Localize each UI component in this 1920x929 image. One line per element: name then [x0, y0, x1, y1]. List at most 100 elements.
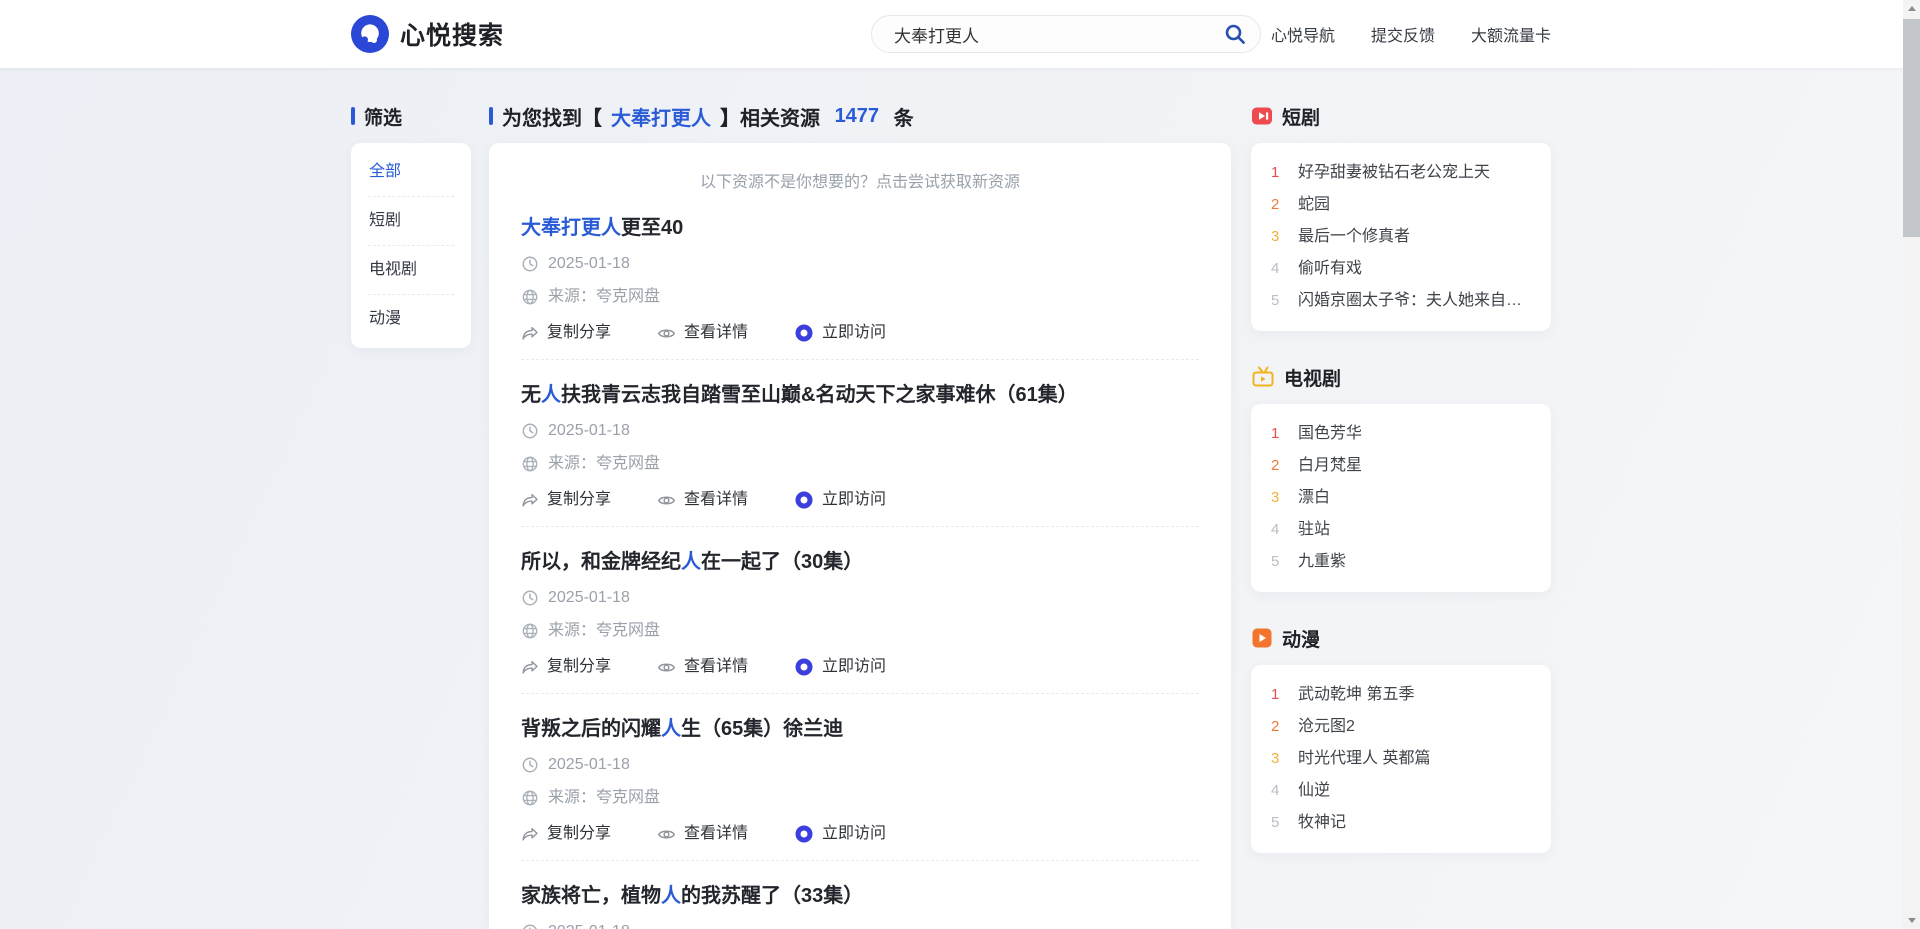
ranking-item[interactable]: 4 偷听有戏 — [1271, 253, 1531, 285]
result-title[interactable]: 所以，和金牌经纪人在一起了（30集） — [521, 549, 1199, 575]
view-detail-button-label: 查看详情 — [684, 490, 748, 510]
eye-icon — [657, 658, 676, 677]
result-title-segment: 生（65集）徐兰迪 — [681, 718, 843, 740]
ranking-item[interactable]: 1国色芳华 — [1271, 418, 1531, 450]
result-date: 2025-01-18 — [521, 588, 1199, 608]
filter-item[interactable]: 动漫 — [368, 295, 454, 343]
view-detail-button[interactable]: 查看详情 — [657, 323, 748, 343]
result-title[interactable]: 家族将亡，植物人的我苏醒了（33集） — [521, 883, 1199, 909]
search-input[interactable] — [871, 15, 1261, 53]
copy-share-button-label: 复制分享 — [547, 323, 611, 343]
ranking-item[interactable]: 2白月梵星 — [1271, 450, 1531, 482]
result-actions: 复制分享 查看详情 立即访问 — [521, 323, 1199, 343]
results-title-segment: 为您找到【 — [502, 102, 602, 131]
ranking-item[interactable]: 5九重紫 — [1271, 546, 1531, 578]
page-content: 筛选 全部短剧电视剧动漫 为您找到【大奉打更人】相关资源 1477 条 以下资源… — [351, 68, 1551, 929]
ranking-rank: 4 — [1271, 259, 1285, 279]
result-title-segment: 大奉打更人 — [521, 217, 621, 239]
ranking-item[interactable]: 3漂白 — [1271, 482, 1531, 514]
view-detail-button[interactable]: 查看详情 — [657, 657, 748, 677]
share-icon — [521, 825, 539, 843]
result-item: 大奉打更人更至40 2025-01-18 来源：夸克网盘复制分享 查看详情 立即访问 — [521, 193, 1199, 360]
clock-icon — [521, 589, 539, 607]
copy-share-button[interactable]: 复制分享 — [521, 824, 611, 844]
ranking-item[interactable]: 3时光代理人 英都篇 — [1271, 743, 1531, 775]
view-detail-button[interactable]: 查看详情 — [657, 490, 748, 510]
filter-item[interactable]: 短剧 — [368, 197, 454, 246]
results-title-segment: 条 — [888, 102, 914, 131]
result-date-text: 2025-01-18 — [548, 588, 630, 608]
scrollbar-thumb[interactable] — [1903, 19, 1920, 237]
ranking-rank: 5 — [1271, 813, 1285, 833]
brand-logo[interactable]: 心悦搜索 — [351, 15, 504, 53]
search-icon — [1223, 22, 1247, 46]
result-source: 来源：夸克网盘 — [521, 788, 1199, 808]
result-source: 来源：夸克网盘 — [521, 287, 1199, 307]
ranking-item[interactable]: 4 驻站 — [1271, 514, 1531, 546]
nav-link[interactable]: 大额流量卡 — [1471, 22, 1551, 46]
result-actions: 复制分享 查看详情 立即访问 — [521, 824, 1199, 844]
visit-now-button-label: 立即访问 — [822, 490, 886, 510]
ranking-item-label: 好孕甜妻被钻石老公宠上天 — [1298, 163, 1490, 183]
rankings-column: 短剧 1好孕甜妻被钻石老公宠上天2蛇园3最后一个修真者 4 偷听有戏 5闪婚京圈太子爷：… — [1251, 68, 1551, 853]
top-bar: 心悦搜索 心悦导航 提交反馈 大额流量卡 — [0, 0, 1903, 68]
visit-now-button[interactable]: 立即访问 — [794, 657, 886, 677]
ranking-rank: 4 — [1271, 520, 1285, 540]
ranking-item[interactable]: 4仙逆 — [1271, 775, 1531, 807]
quark-ring-icon — [794, 657, 814, 677]
filter-item[interactable]: 电视剧 — [368, 246, 454, 295]
result-title[interactable]: 背叛之后的闪耀人生（65集）徐兰迪 — [521, 716, 1199, 742]
quark-ring-icon — [794, 323, 814, 343]
results-title-segment: 1477 — [835, 105, 880, 128]
results-column: 为您找到【大奉打更人 】相关资源 1477 条 以下资源不是你想要的？点击尝试获取… — [489, 68, 1231, 929]
result-item: 家族将亡，植物人的我苏醒了（33集）2025-01-18来源：夸克网盘复制分享查… — [521, 861, 1199, 929]
results-title-segment: 】相关资源 — [720, 102, 826, 131]
result-title[interactable]: 无人扶我青云志我自踏雪至山巅&名动天下之家事难休（61集） — [521, 382, 1199, 408]
clock-icon — [521, 255, 539, 273]
scrollbar-up-arrow[interactable] — [1903, 0, 1920, 17]
result-title[interactable]: 大奉打更人更至40 — [521, 215, 1199, 241]
ranking-item-label: 国色芳华 — [1298, 424, 1362, 444]
result-source: 来源：夸克网盘 — [521, 454, 1199, 474]
ranking-item[interactable]: 2沧元图2 — [1271, 711, 1531, 743]
result-title-segment: 背叛之后的闪耀 — [521, 718, 661, 740]
scrollbar-down-arrow[interactable] — [1903, 912, 1920, 929]
ranking-item[interactable]: 1武动乾坤 第五季 — [1271, 679, 1531, 711]
filter-item[interactable]: 全部 — [368, 148, 454, 197]
visit-now-button[interactable]: 立即访问 — [794, 490, 886, 510]
view-detail-button-label: 查看详情 — [684, 657, 748, 677]
accent-bar — [489, 107, 493, 125]
ranking-item-label: 驻站 — [1298, 520, 1330, 540]
refresh-notice[interactable]: 以下资源不是你想要的？点击尝试获取新资源 — [521, 173, 1199, 193]
result-title-segment: 无 — [521, 384, 541, 406]
ranking-rank: 2 — [1271, 717, 1285, 737]
share-icon — [521, 491, 539, 509]
ranking-title: 电视剧 — [1284, 364, 1341, 391]
copy-share-button[interactable]: 复制分享 — [521, 490, 611, 510]
ranking-item[interactable]: 3最后一个修真者 — [1271, 221, 1531, 253]
ranking-card: 1武动乾坤 第五季2沧元图23时光代理人 英都篇4仙逆5牧神记 — [1251, 665, 1551, 853]
ranking-header: 短剧 — [1251, 104, 1551, 128]
view-detail-button[interactable]: 查看详情 — [657, 824, 748, 844]
clock-icon — [521, 422, 539, 440]
result-actions: 复制分享 查看详情 立即访问 — [521, 490, 1199, 510]
visit-now-button[interactable]: 立即访问 — [794, 824, 886, 844]
nav-link[interactable]: 提交反馈 — [1371, 22, 1435, 46]
visit-now-button[interactable]: 立即访问 — [794, 323, 886, 343]
ranking-rank: 4 — [1271, 781, 1285, 801]
result-title-segment: 的我苏醒了（33集） — [681, 885, 863, 907]
ranking-item[interactable]: 2蛇园 — [1271, 189, 1531, 221]
copy-share-button[interactable]: 复制分享 — [521, 657, 611, 677]
ranking-icon-wrap — [1251, 105, 1273, 127]
search-button[interactable] — [1223, 22, 1247, 46]
ranking-item[interactable]: 5闪婚京圈太子爷：夫人她来自农村 — [1271, 285, 1531, 317]
nav-link[interactable]: 心悦导航 — [1271, 22, 1335, 46]
ranking-item[interactable]: 1好孕甜妻被钻石老公宠上天 — [1271, 157, 1531, 189]
ranking-item[interactable]: 5牧神记 — [1271, 807, 1531, 839]
ranking-rank: 2 — [1271, 195, 1285, 215]
view-detail-button-label: 查看详情 — [684, 323, 748, 343]
result-date: 2025-01-18 — [521, 254, 1199, 274]
ranking-item-label: 偷听有戏 — [1298, 259, 1362, 279]
eye-icon — [657, 324, 676, 343]
copy-share-button[interactable]: 复制分享 — [521, 323, 611, 343]
